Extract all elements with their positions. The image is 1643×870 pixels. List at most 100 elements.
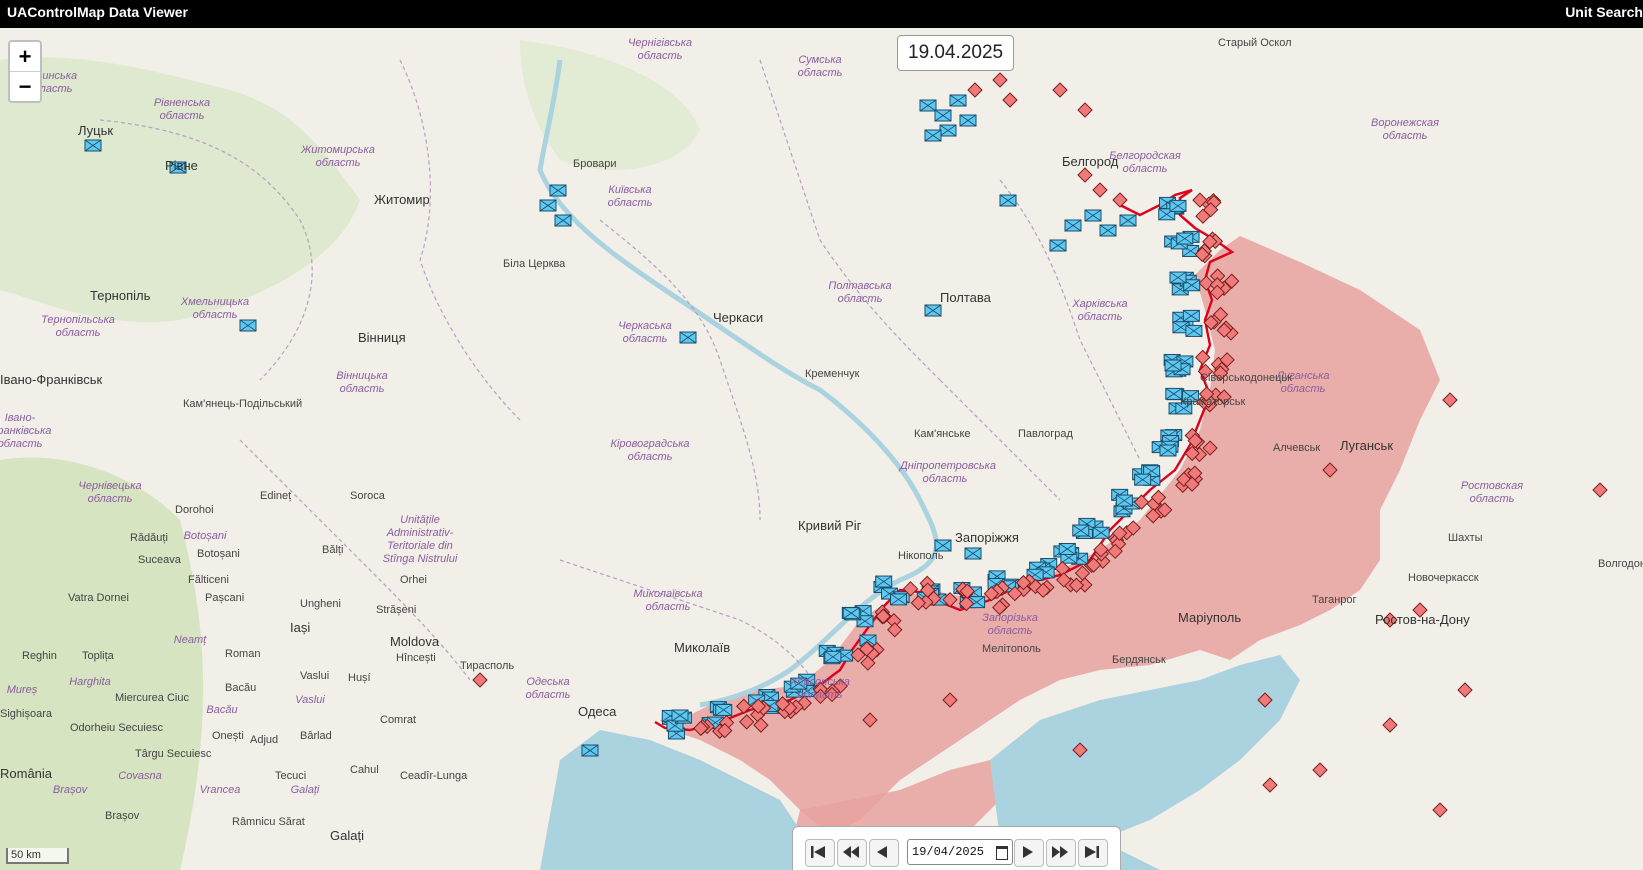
map-label: Covasna bbox=[118, 770, 162, 782]
map-label: Миколаїв bbox=[674, 640, 731, 655]
ukrainian-unit-marker[interactable] bbox=[1159, 444, 1177, 457]
map-label: Тернопіль bbox=[90, 288, 151, 303]
ukrainian-unit-marker[interactable] bbox=[539, 199, 557, 212]
map-label: Bacău bbox=[206, 704, 238, 716]
map-label: Târgu Secuiesc bbox=[135, 748, 212, 760]
map-label: Vaslui bbox=[300, 670, 330, 682]
map-label: Луганськ bbox=[1340, 438, 1394, 453]
map-label: Вінницька область bbox=[336, 370, 388, 395]
map-label: Сумська область bbox=[797, 54, 843, 79]
map-label: Adjud bbox=[250, 734, 279, 746]
last-date-button[interactable] bbox=[1078, 839, 1108, 867]
ukrainian-unit-marker[interactable] bbox=[842, 607, 860, 620]
map-label: Кіровоградська область bbox=[610, 438, 690, 463]
map-label: Белгородская область bbox=[1109, 150, 1181, 175]
map-label: Unitățile Administrativ-Teritoriale din … bbox=[382, 514, 458, 565]
map-label: Рівненська область bbox=[153, 97, 211, 122]
ukrainian-unit-marker[interactable] bbox=[949, 94, 967, 107]
date-input[interactable]: 19/04/2025 bbox=[907, 839, 1013, 865]
map-label: Кременчук bbox=[805, 368, 860, 380]
ukrainian-unit-marker[interactable] bbox=[924, 129, 942, 142]
first-date-button[interactable] bbox=[805, 839, 835, 867]
ukrainian-unit-marker[interactable] bbox=[581, 744, 599, 757]
map-label: Ростов-на-Дону bbox=[1375, 612, 1470, 627]
map-label: Sighișoara bbox=[0, 708, 52, 720]
ukrainian-unit-marker[interactable] bbox=[84, 139, 102, 152]
ukrainian-unit-marker[interactable] bbox=[1164, 359, 1182, 372]
map-label: Vatra Dornei bbox=[68, 592, 129, 604]
map-label: Маріуполь bbox=[1178, 610, 1242, 625]
map-label: Сіверськодонецьк bbox=[1200, 372, 1292, 384]
ukrainian-unit-marker[interactable] bbox=[1099, 224, 1117, 237]
map-label: Житомирська область bbox=[301, 144, 375, 169]
ukrainian-unit-marker[interactable] bbox=[1182, 309, 1200, 322]
ukrainian-unit-marker[interactable] bbox=[1119, 214, 1137, 227]
map-label: Івано-Франківська область bbox=[0, 412, 52, 450]
map-label: Новочеркасск bbox=[1408, 572, 1479, 584]
map-label: Запоріжжя bbox=[955, 530, 1019, 545]
ukrainian-unit-marker[interactable] bbox=[999, 194, 1017, 207]
ukrainian-unit-marker[interactable] bbox=[715, 703, 733, 716]
map-label: Râmnicu Sărat bbox=[232, 816, 305, 828]
map-label: Brașov bbox=[105, 810, 140, 822]
fast-forward-icon bbox=[1052, 846, 1068, 858]
ukrainian-unit-marker[interactable] bbox=[924, 304, 942, 317]
ukrainian-unit-marker[interactable] bbox=[1072, 524, 1090, 537]
ukrainian-unit-marker[interactable] bbox=[1092, 526, 1110, 539]
ukrainian-unit-marker[interactable] bbox=[1115, 494, 1133, 507]
step-forward-icon bbox=[1023, 846, 1033, 858]
ukrainian-unit-marker[interactable] bbox=[549, 184, 567, 197]
ukrainian-unit-marker[interactable] bbox=[1058, 542, 1076, 555]
map-label: Хмельницька область bbox=[180, 296, 250, 321]
ukrainian-unit-marker[interactable] bbox=[1049, 239, 1067, 252]
ukrainian-unit-marker[interactable] bbox=[919, 99, 937, 112]
fast-forward-button[interactable] bbox=[1046, 839, 1076, 867]
next-date-button[interactable] bbox=[1014, 839, 1044, 867]
ukrainian-unit-marker[interactable] bbox=[1169, 271, 1187, 284]
map-label: Miercurea Ciuc bbox=[115, 692, 189, 704]
ukrainian-unit-marker[interactable] bbox=[890, 593, 908, 606]
map-label: Чернівецька область bbox=[78, 480, 142, 505]
map-label: Житомир bbox=[374, 192, 430, 207]
previous-date-button[interactable] bbox=[869, 839, 899, 867]
map-label: Черкаська область bbox=[618, 320, 672, 345]
map-canvas[interactable]: Чернігівська область Сумська область Стары… bbox=[0, 28, 1643, 870]
zoom-out-button[interactable]: − bbox=[10, 71, 40, 101]
map-label: Рівне bbox=[165, 158, 198, 173]
map-label: Galați bbox=[290, 784, 320, 796]
ukrainian-unit-marker[interactable] bbox=[1064, 219, 1082, 232]
ukrainian-unit-marker[interactable] bbox=[671, 709, 689, 722]
ukrainian-unit-marker[interactable] bbox=[875, 575, 893, 588]
ukrainian-unit-marker[interactable] bbox=[1169, 199, 1187, 212]
ukrainian-unit-marker[interactable] bbox=[1185, 324, 1203, 337]
fast-back-button[interactable] bbox=[837, 839, 867, 867]
ukrainian-unit-marker[interactable] bbox=[964, 547, 982, 560]
ukrainian-unit-marker[interactable] bbox=[1176, 232, 1194, 245]
map-label: Бердянськ bbox=[1112, 654, 1166, 666]
map-label: Старый Оскол bbox=[1218, 37, 1292, 49]
ukrainian-unit-marker[interactable] bbox=[939, 124, 957, 137]
ukrainian-unit-marker[interactable] bbox=[1084, 209, 1102, 222]
ukrainian-unit-marker[interactable] bbox=[959, 114, 977, 127]
ukrainian-unit-marker[interactable] bbox=[824, 650, 842, 663]
zoom-control: + − bbox=[8, 40, 42, 103]
unit-search-button[interactable]: Unit Search bbox=[1565, 4, 1643, 20]
ukrainian-unit-marker[interactable] bbox=[554, 214, 572, 227]
map-label: Botoșani bbox=[183, 530, 227, 542]
map-label: Ceadîr-Lunga bbox=[400, 770, 468, 782]
map-label: România bbox=[0, 766, 53, 781]
map-label: Миколаївська область bbox=[633, 588, 703, 613]
zoom-in-button[interactable]: + bbox=[10, 42, 40, 71]
current-date-badge: 19.04.2025 bbox=[897, 35, 1015, 71]
map-label: Полтава bbox=[940, 290, 991, 305]
ukrainian-unit-marker[interactable] bbox=[934, 109, 952, 122]
map-label: Vaslui bbox=[295, 694, 325, 706]
map-label: Vrancea bbox=[199, 784, 241, 796]
map-label: Дніпропетровська область bbox=[900, 460, 996, 485]
map-label: Iași bbox=[290, 620, 311, 635]
ukrainian-unit-marker[interactable] bbox=[1134, 473, 1152, 486]
map-label: Strășeni bbox=[376, 604, 417, 616]
map-label: Алчевськ bbox=[1273, 442, 1321, 454]
map-label: Кам'янець-Подільський bbox=[183, 398, 303, 410]
map-label: Pașcani bbox=[205, 592, 245, 604]
